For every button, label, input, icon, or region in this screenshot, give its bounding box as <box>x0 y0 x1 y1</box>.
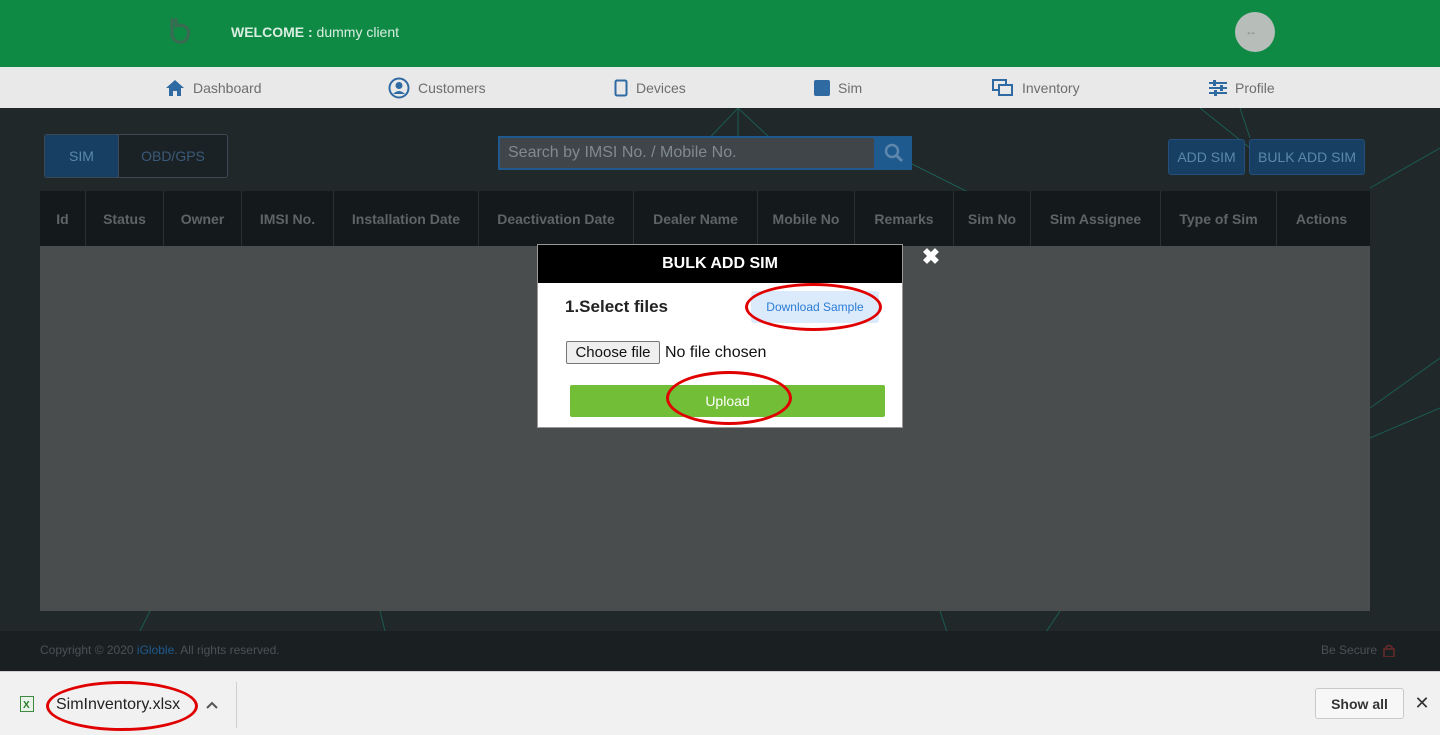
column-header[interactable]: Remarks <box>855 191 954 246</box>
main-nav: Dashboard Customers Devices Sim Inventor… <box>0 67 1440 108</box>
column-header[interactable]: Actions <box>1277 191 1366 246</box>
show-all-button[interactable]: Show all <box>1315 688 1404 719</box>
download-bar: X SimInventory.xlsx Show all ✕ <box>0 671 1440 735</box>
type-toggle: SIM OBD/GPS <box>44 134 228 178</box>
welcome-text: WELCOME : dummy client <box>231 24 399 40</box>
home-icon <box>166 79 184 96</box>
downloaded-file-name[interactable]: SimInventory.xlsx <box>56 696 180 714</box>
search-input[interactable]: Search by IMSI No. / Mobile No. <box>498 136 876 170</box>
bulk-add-sim-modal: BULK ADD SIM 1.Select files Download Sam… <box>537 244 903 428</box>
tab-sim[interactable]: SIM <box>45 135 118 177</box>
sim-icon <box>814 79 830 96</box>
app-logo-icon <box>170 18 190 44</box>
svg-text:X: X <box>23 700 30 711</box>
choose-file-button[interactable]: Choose file <box>566 341 660 364</box>
nav-label: Inventory <box>1022 79 1080 96</box>
column-header[interactable]: Type of Sim <box>1161 191 1277 246</box>
lock-icon <box>1383 644 1395 657</box>
add-sim-button[interactable]: ADD SIM <box>1168 139 1245 175</box>
nav-item-customers[interactable]: Customers <box>388 67 486 108</box>
column-header[interactable]: Status <box>86 191 164 246</box>
nav-item-sim[interactable]: Sim <box>814 67 862 108</box>
nav-label: Profile <box>1235 79 1275 96</box>
column-header[interactable]: Deactivation Date <box>479 191 634 246</box>
user-circle-icon <box>388 77 410 98</box>
upload-button[interactable]: Upload <box>570 385 885 417</box>
welcome-label: WELCOME : <box>231 24 313 40</box>
bulk-add-sim-button[interactable]: BULK ADD SIM <box>1249 139 1365 175</box>
logout-avatar-button[interactable]: ↔ <box>1235 12 1275 52</box>
sliders-icon <box>1209 79 1227 96</box>
secure-text: Be Secure <box>1321 643 1395 657</box>
device-icon <box>614 79 628 96</box>
search-icon <box>884 143 904 163</box>
table-header: Id Status Owner IMSI No. Installation Da… <box>40 191 1370 246</box>
copyright-prefix: Copyright © 2020 <box>40 643 134 657</box>
search-button[interactable] <box>876 136 912 170</box>
nav-label: Devices <box>636 79 686 96</box>
nav-label: Dashboard <box>193 79 262 96</box>
column-header[interactable]: Sim Assignee <box>1031 191 1161 246</box>
divider <box>236 682 237 728</box>
column-header[interactable]: Owner <box>164 191 242 246</box>
chevron-up-icon[interactable] <box>205 698 219 712</box>
welcome-user: dummy client <box>316 24 400 40</box>
close-download-bar-icon[interactable]: ✕ <box>1414 694 1430 712</box>
inventory-icon <box>992 78 1013 96</box>
column-header[interactable]: Installation Date <box>334 191 479 246</box>
download-sample-button[interactable]: Download Sample <box>751 291 879 323</box>
nav-item-inventory[interactable]: Inventory <box>992 67 1080 108</box>
app-header: WELCOME : dummy client ↔ <box>0 0 1440 67</box>
tab-obd-gps[interactable]: OBD/GPS <box>118 135 227 177</box>
logout-arrows-icon: ↔ <box>1245 24 1258 38</box>
copyright-text: Copyright © 2020 iGloble. All rights res… <box>40 643 280 657</box>
company-link[interactable]: iGloble <box>137 643 174 657</box>
modal-close-icon[interactable]: ✖ <box>920 246 942 268</box>
file-status-text: No file chosen <box>665 344 767 361</box>
nav-item-dashboard[interactable]: Dashboard <box>165 67 262 108</box>
modal-title: BULK ADD SIM <box>538 245 902 283</box>
excel-file-icon: X <box>20 696 34 712</box>
column-header[interactable]: Mobile No <box>758 191 855 246</box>
column-header[interactable]: Sim No <box>954 191 1031 246</box>
nav-label: Customers <box>418 79 486 96</box>
nav-label: Sim <box>838 79 863 96</box>
column-header[interactable]: Id <box>40 191 86 246</box>
select-files-label: 1.Select files <box>565 297 669 316</box>
column-header[interactable]: Dealer Name <box>634 191 758 246</box>
secure-label: Be Secure <box>1321 643 1378 657</box>
copyright-suffix: . All rights reserved. <box>174 643 280 657</box>
nav-item-devices[interactable]: Devices <box>614 67 686 108</box>
nav-item-profile[interactable]: Profile <box>1209 67 1275 108</box>
column-header[interactable]: IMSI No. <box>242 191 334 246</box>
